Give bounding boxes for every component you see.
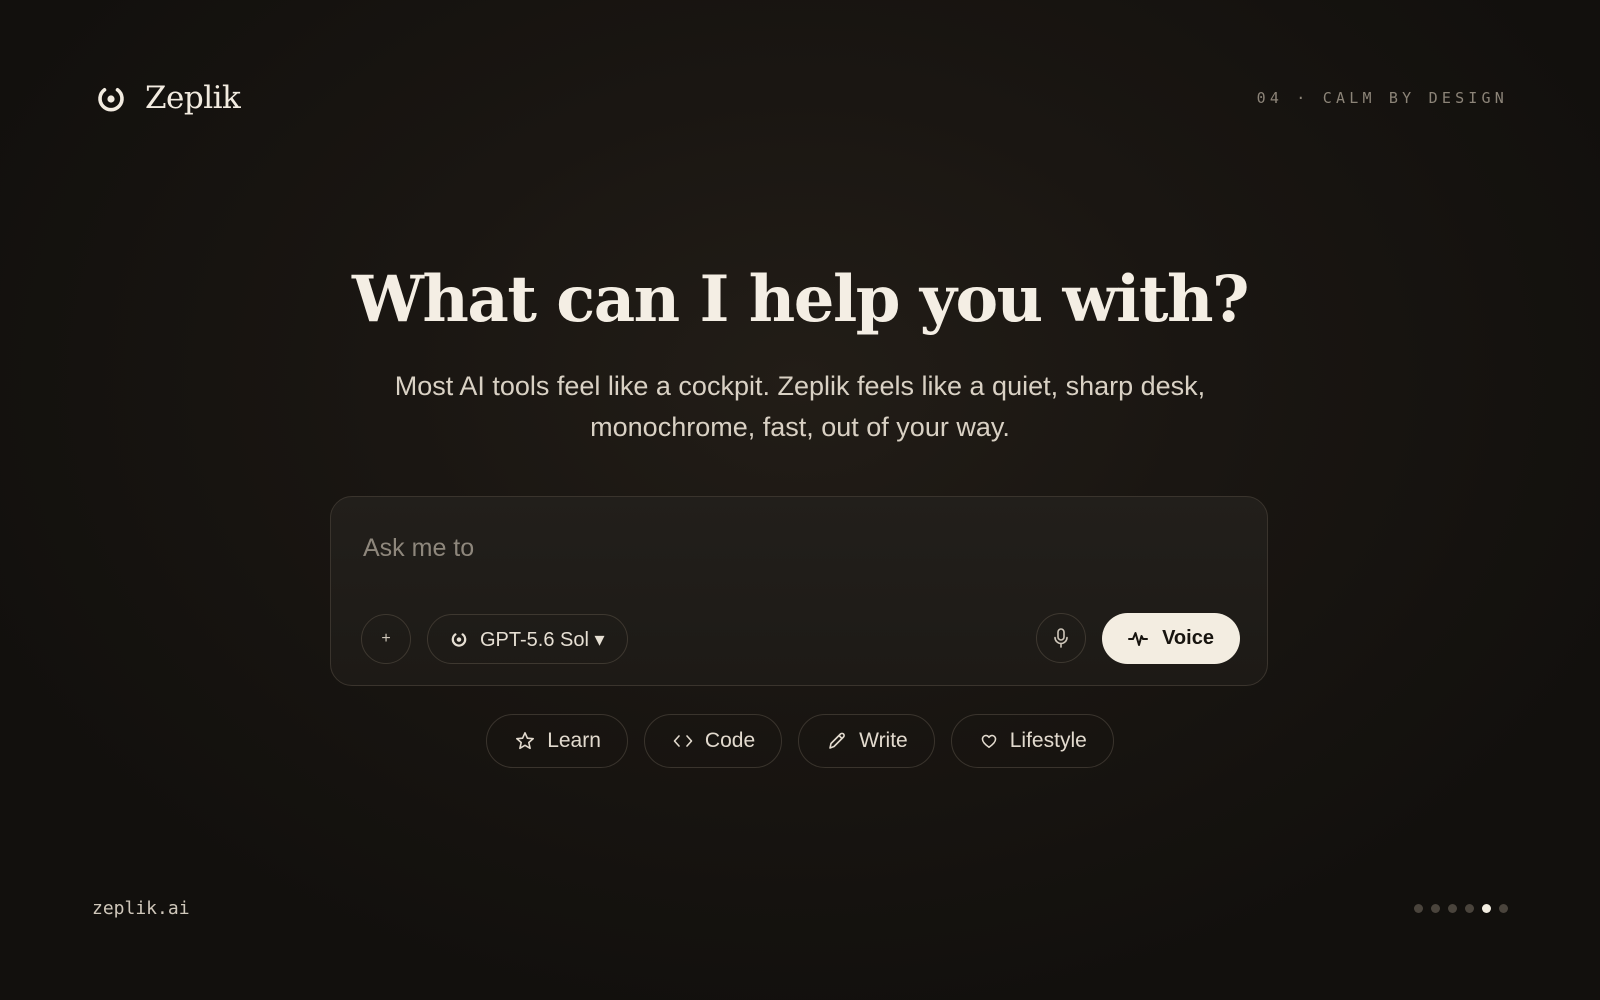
pager-dot-active[interactable] [1482,904,1491,913]
chip-write[interactable]: Write [798,714,935,768]
prompt-composer: + GPT-5.6 Sol ▾ [330,496,1268,686]
subtitle-line-2: monochrome, fast, out of your way. [590,412,1010,442]
chip-label: Code [704,729,756,752]
model-selector-label: GPT-5.6 Sol ▾ [480,628,605,651]
attach-button[interactable]: + [361,614,411,664]
voice-button[interactable]: Voice [1102,613,1240,664]
brand-name: Zeplik [145,80,241,116]
page-title: What can I help you with? [352,262,1249,337]
pager-dot[interactable] [1414,904,1423,913]
microphone-button[interactable] [1036,613,1086,663]
voice-button-label: Voice [1162,627,1214,649]
chip-label: Write [859,729,908,752]
pencil-icon [827,731,847,751]
pager-dot[interactable] [1431,904,1440,913]
heart-icon [980,732,998,750]
slide-pager [1414,904,1508,913]
chip-code[interactable]: Code [643,714,783,768]
site-url[interactable]: zeplik.ai [92,898,190,919]
star-icon [515,731,535,751]
microphone-icon [1052,628,1070,648]
suggestion-chips: Learn Code Write Lifestyle [0,714,1600,768]
page-subtitle: Most AI tools feel like a cockpit. Zepli… [300,366,1300,448]
code-icon [673,734,693,748]
pager-dot[interactable] [1465,904,1474,913]
brand[interactable]: Zeplik [95,80,241,116]
landing-page: Zeplik 04 · CALM BY DESIGN What can I he… [0,0,1600,1000]
header-tagline: 04 · CALM BY DESIGN [1256,89,1508,107]
zeplik-logo-icon [95,82,127,114]
pager-dot[interactable] [1499,904,1508,913]
plus-icon: + [381,630,391,647]
zeplik-logo-icon [450,630,468,648]
waveform-icon [1128,630,1149,648]
pager-dot[interactable] [1448,904,1457,913]
model-selector[interactable]: GPT-5.6 Sol ▾ [427,614,628,664]
prompt-input[interactable] [361,527,1225,569]
chip-label: Lifestyle [1009,729,1087,752]
chip-label: Learn [547,729,601,752]
chip-lifestyle[interactable]: Lifestyle [950,714,1114,768]
chip-learn[interactable]: Learn [486,714,628,768]
subtitle-line-1: Most AI tools feel like a cockpit. Zepli… [394,371,1206,401]
